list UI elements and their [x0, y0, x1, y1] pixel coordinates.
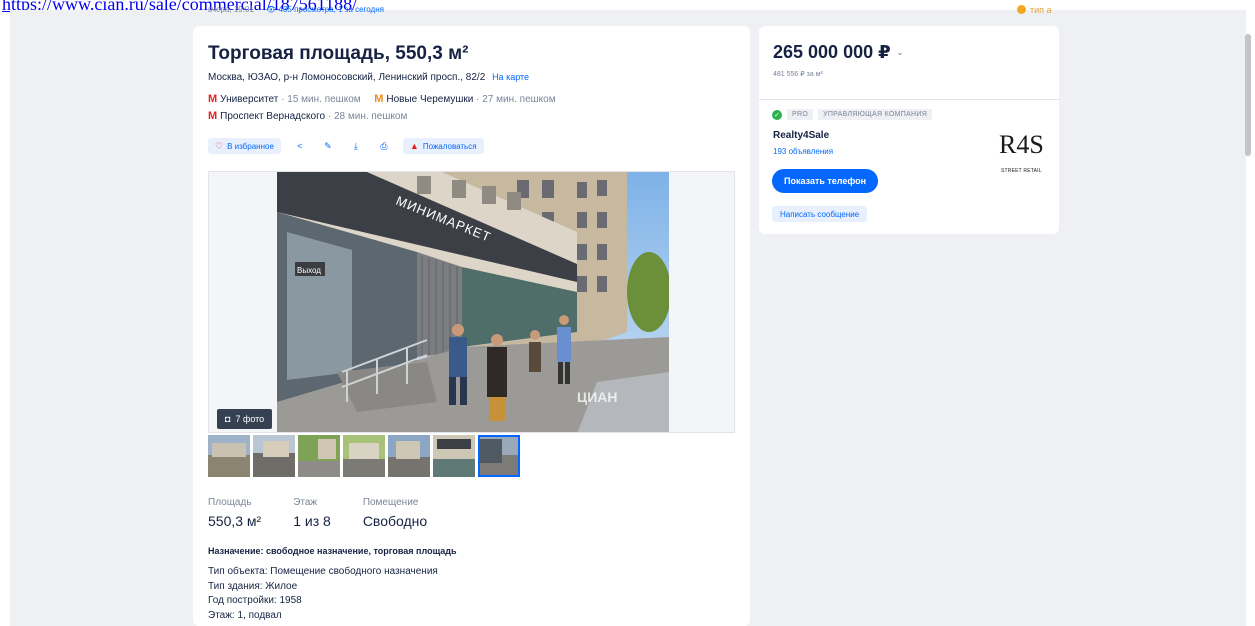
- warning-icon: ▲: [409, 141, 419, 151]
- detail-row: Тип объекта: Помещение свободного назнач…: [208, 566, 438, 577]
- metro-walk-time: · 28 мин. пешком: [327, 111, 408, 122]
- agent-name[interactable]: Realty4Sale: [773, 130, 829, 141]
- print-button[interactable]: ⎙: [375, 138, 393, 154]
- divider: [759, 99, 1059, 100]
- param-area: Площадь 550,3 м²: [208, 497, 262, 529]
- price-card: 265 000 000 ₽ ⌄ 481 556 ₽ за м² ✓ PRO УПР…: [759, 26, 1059, 234]
- eye-icon: 👁: [266, 5, 277, 14]
- address-text: Москва, ЮЗАО, р-н Ломоносовский, Ленинск…: [208, 72, 486, 83]
- photo-count-label: 7 фото: [235, 414, 265, 424]
- edit-button[interactable]: ✎: [319, 138, 337, 154]
- thumbnail[interactable]: [298, 435, 340, 477]
- download-button[interactable]: ⤓: [347, 138, 365, 154]
- metro-walk-time: · 15 мин. пешком: [281, 94, 361, 105]
- metro-row-1: М Университет · 15 мин. пешком М Новые Чер…: [208, 93, 556, 105]
- shield-check-icon: ✓: [772, 109, 782, 120]
- thumbnail-strip: [208, 435, 520, 477]
- printer-icon: ⎙: [380, 140, 388, 151]
- listing-meta: вчера, 19:01 👁 435 просмотра, 1 за сегод…: [208, 5, 384, 14]
- share-button[interactable]: <: [291, 138, 309, 154]
- pro-badge: PRO: [787, 109, 814, 120]
- price: 265 000 000 ₽ ⌄: [773, 42, 904, 62]
- camera-icon: ◘: [225, 414, 231, 424]
- scrollbar[interactable]: [1244, 26, 1253, 626]
- watermark: ЦИАН: [577, 389, 618, 405]
- main-photo[interactable]: МИНИМАРКЕТ Выход ЦИАН: [277, 172, 669, 432]
- published-date: вчера, 19:01: [208, 5, 254, 14]
- param-floor: Этаж 1 из 8: [293, 497, 331, 529]
- show-phone-button[interactable]: Показать телефон: [772, 169, 879, 193]
- favorite-button[interactable]: ♡ В избранное: [208, 138, 281, 154]
- metro-walk-time: · 27 мин. пешком: [476, 94, 556, 105]
- report-button[interactable]: ▲ Пожаловаться: [402, 138, 484, 154]
- heart-icon: ♡: [215, 140, 224, 151]
- address: Москва, ЮЗАО, р-н Ломоносовский, Ленинск…: [208, 72, 529, 83]
- metro-icon: М: [208, 93, 218, 105]
- info-dot-icon: [1017, 5, 1026, 14]
- metro-icon: М: [374, 93, 384, 105]
- thumbnail[interactable]: [253, 435, 295, 477]
- photo-gallery[interactable]: МИНИМАРКЕТ Выход ЦИАН ◘ 7 фото: [208, 171, 735, 433]
- metro-icon: М: [208, 110, 218, 122]
- pencil-icon: ✎: [324, 140, 332, 151]
- thumbnail[interactable]: [433, 435, 475, 477]
- price-per-m2: 481 556 ₽ за м²: [773, 71, 823, 78]
- thumbnail[interactable]: [208, 435, 250, 477]
- key-params: Площадь 550,3 м² Этаж 1 из 8 Помещение С…: [208, 497, 459, 529]
- purpose-heading: Назначение: свободное назначение, торгов…: [208, 546, 457, 556]
- metro-station[interactable]: Университет: [220, 94, 278, 105]
- photo-count-badge[interactable]: ◘ 7 фото: [217, 409, 273, 429]
- share-icon: <: [297, 141, 303, 151]
- storefront-photo: МИНИМАРКЕТ Выход ЦИАН: [277, 172, 669, 432]
- metro-station[interactable]: Проспект Вернадского: [220, 111, 325, 122]
- company-type-badge: УПРАВЛЯЮЩАЯ КОМПАНИЯ: [818, 109, 933, 120]
- detail-row: Тип здания: Жилое: [208, 580, 298, 592]
- metro-station[interactable]: Новые Черемушки: [386, 94, 473, 105]
- chevron-down-icon[interactable]: ⌄: [897, 48, 904, 57]
- thumbnail[interactable]: [388, 435, 430, 477]
- metro-row-2: М Проспект Вернадского · 28 мин. пешком: [208, 110, 407, 122]
- agent-logo[interactable]: R4S STREET RETAIL: [999, 132, 1044, 175]
- top-right-label[interactable]: тип а: [1017, 5, 1052, 15]
- listing-card: Торговая площадь, 550,3 м² Москва, ЮЗАО,…: [193, 26, 750, 626]
- agent-badges: ✓ PRO УПРАВЛЯЮЩАЯ КОМПАНИЯ: [772, 109, 933, 120]
- detail-row: Этаж: 1, подвал: [208, 609, 282, 621]
- thumbnail[interactable]: [343, 435, 385, 477]
- exit-sign: Выход: [297, 266, 321, 275]
- map-link[interactable]: На карте: [492, 72, 529, 82]
- scrollbar-thumb[interactable]: [1245, 34, 1251, 156]
- action-bar: ♡ В избранное < ✎ ⤓ ⎙ ▲ Пожаловаться: [208, 138, 484, 154]
- detail-row: Год постройки: 1958: [208, 595, 302, 606]
- listing-title: Торговая площадь, 550,3 м²: [208, 43, 469, 64]
- download-icon: ⤓: [353, 140, 358, 151]
- param-premises: Помещение Свободно: [362, 497, 428, 529]
- write-message-button[interactable]: Написать сообщение: [772, 206, 868, 222]
- agent-ads-link[interactable]: 193 объявления: [773, 147, 833, 156]
- details-list: Тип объекта: Помещение свободного назнач…: [208, 565, 438, 623]
- views-count[interactable]: 435 просмотра, 1 за сегодня: [279, 5, 384, 14]
- thumbnail-selected[interactable]: [478, 435, 520, 477]
